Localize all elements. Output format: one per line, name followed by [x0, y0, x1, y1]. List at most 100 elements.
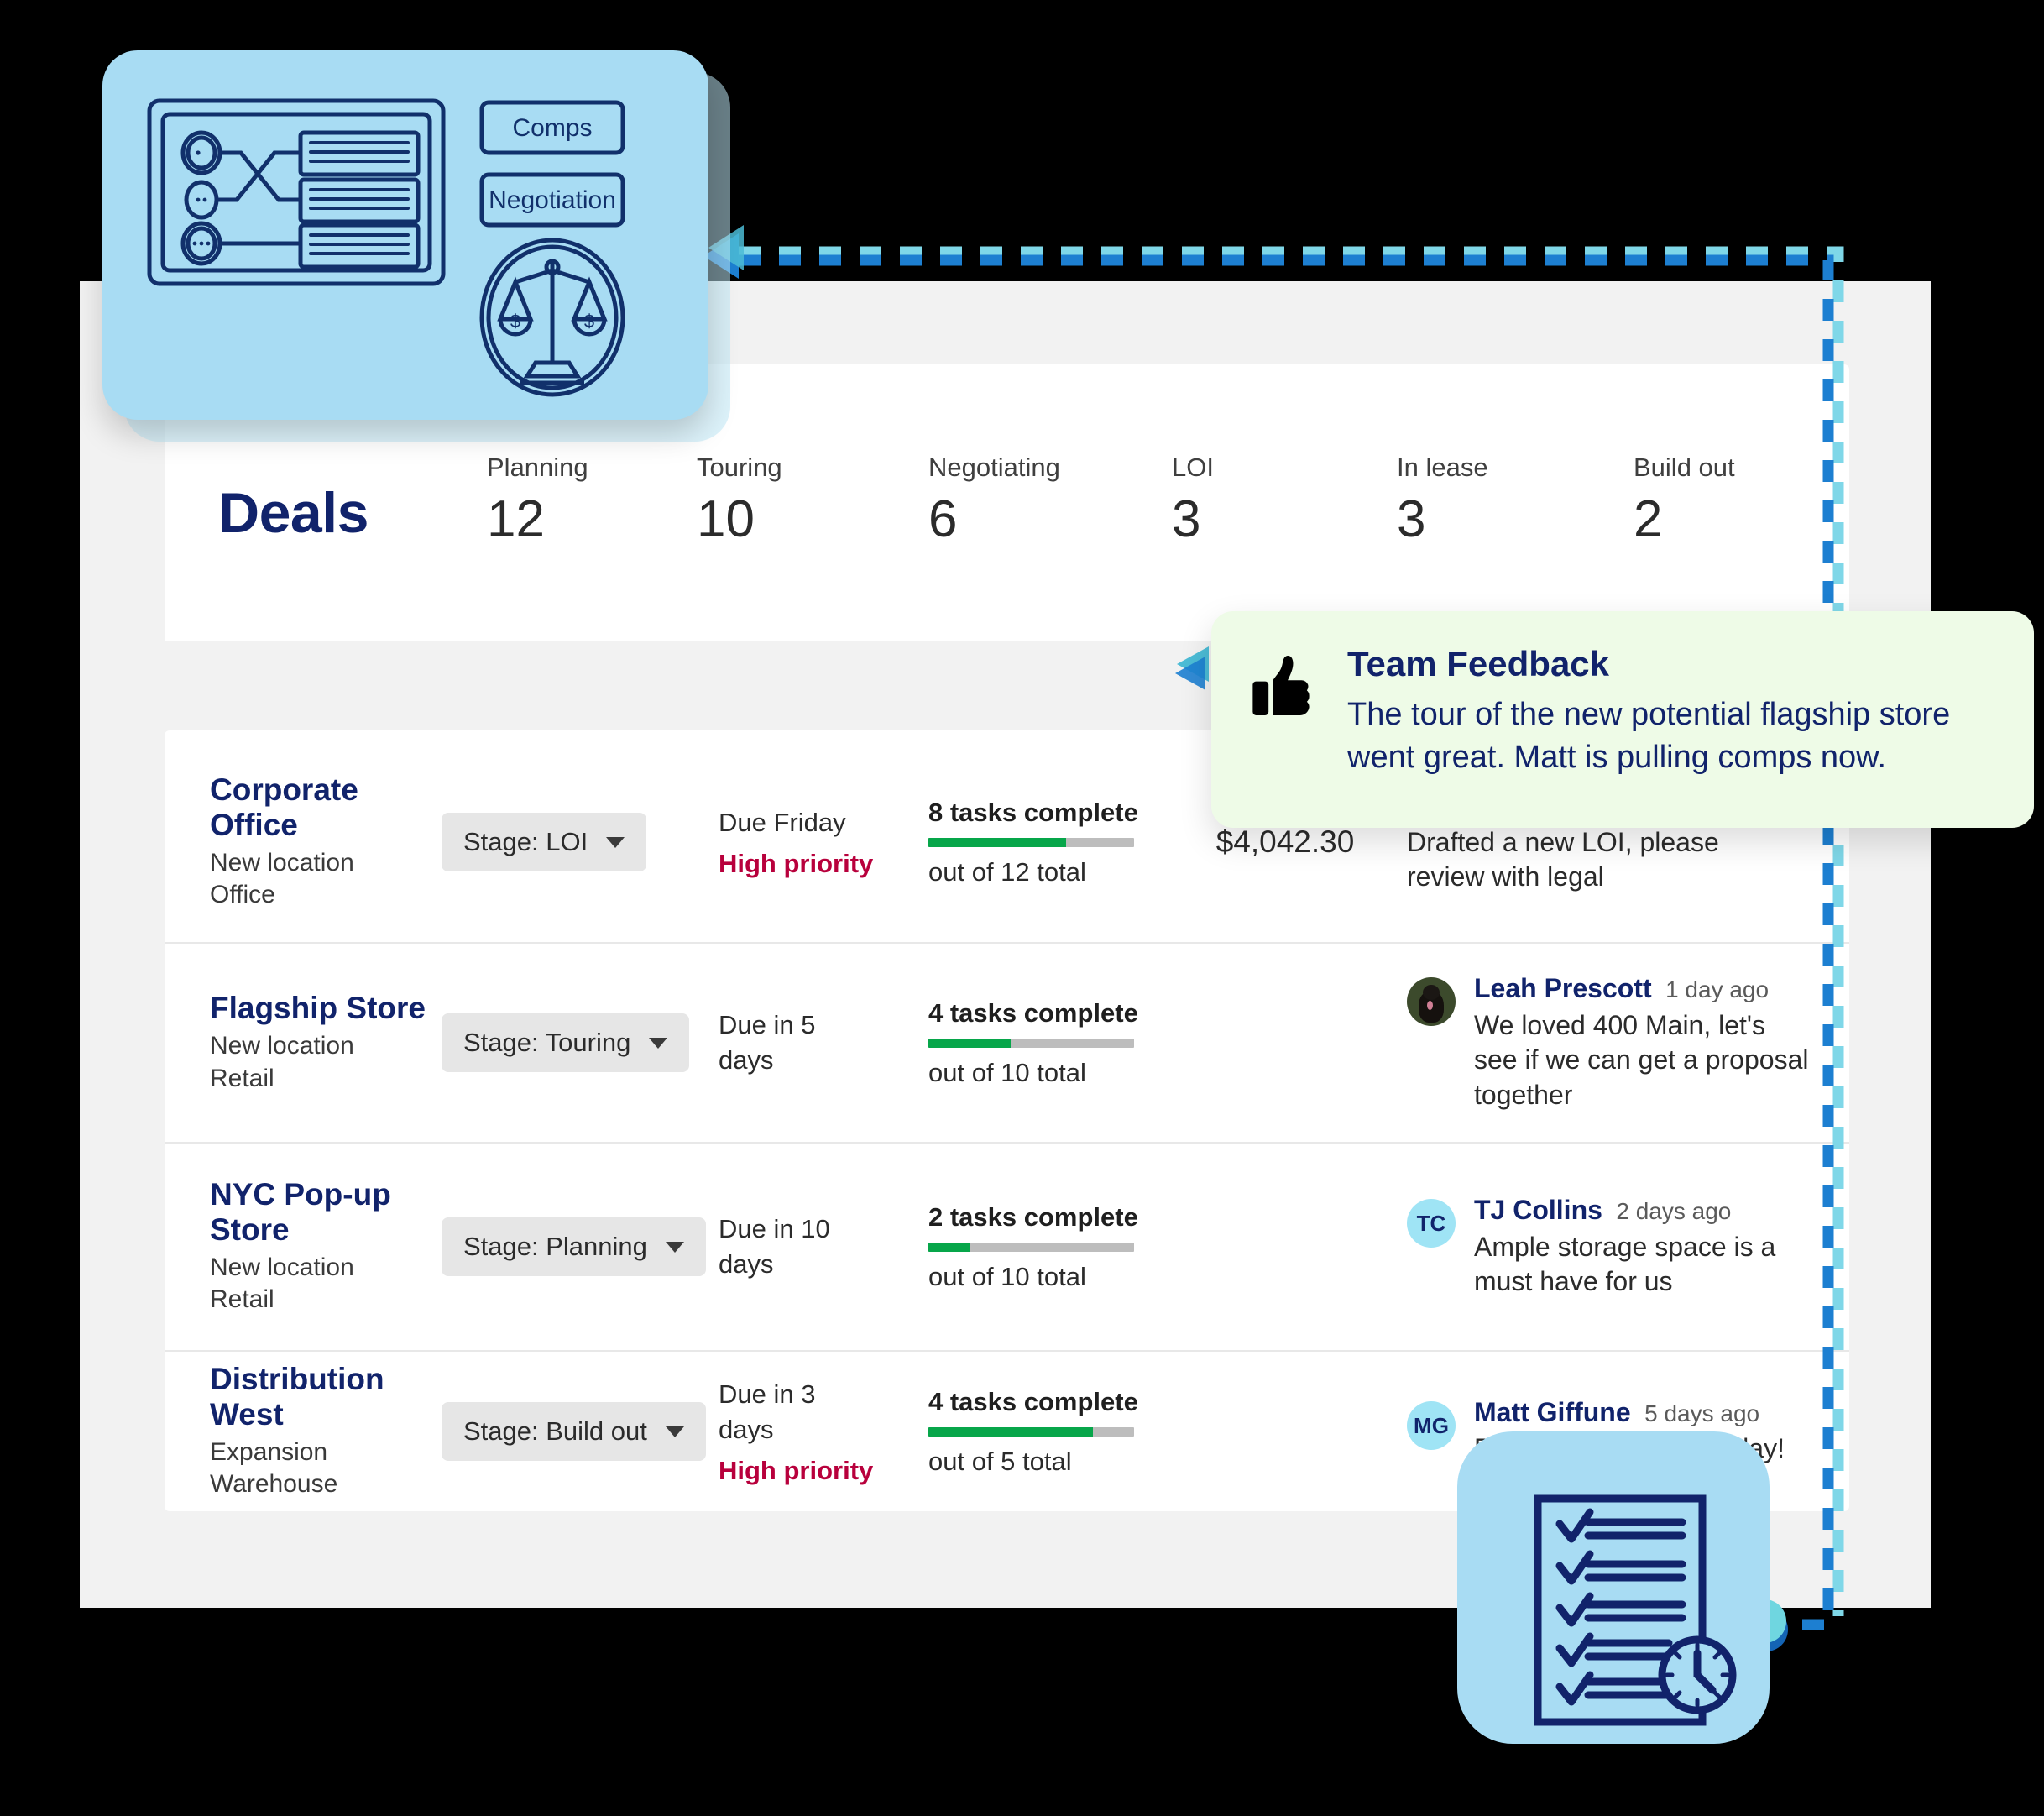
tasks-total-label: out of 12 total	[928, 856, 1086, 887]
tasks-complete-label: 4 tasks complete	[928, 1386, 1138, 1416]
comment-meta: TJ Collins 2 days ago	[1474, 1194, 1816, 1226]
stage-select[interactable]: Stage: Build out	[442, 1402, 706, 1461]
page-title: Deals	[218, 481, 369, 545]
tasks-total-label: out of 10 total	[928, 1261, 1086, 1291]
priority-badge: High priority	[719, 848, 874, 878]
stage-cell: Stage: Planning	[442, 1217, 719, 1276]
deal-title[interactable]: Flagship Store	[210, 991, 442, 1025]
priority-badge: High priority	[719, 1455, 874, 1485]
deal-type: New location	[210, 849, 354, 877]
deal-category: Retail	[210, 1064, 274, 1092]
stat-loi[interactable]: LOI 3	[1172, 453, 1397, 552]
comment-author[interactable]: Matt Giffune	[1474, 1397, 1631, 1427]
progress-bar	[928, 1242, 1134, 1252]
amount-cell: $4,042.30	[1163, 824, 1407, 860]
due-cell: Due in 5 days	[719, 1007, 928, 1078]
stat-planning[interactable]: Planning 12	[487, 453, 697, 552]
deal-type: Expansion	[210, 1438, 328, 1467]
due-date: Due Friday	[719, 808, 846, 838]
stage-label: Stage: LOI	[463, 827, 588, 856]
comment-meta: Leah Prescott 1 day ago	[1474, 972, 1816, 1004]
tasks-cell: 4 tasks complete out of 5 total	[928, 1387, 1163, 1477]
stage-cell: Stage: LOI	[442, 813, 719, 871]
stat-build-out[interactable]: Build out 2	[1634, 453, 1852, 552]
deal-category: Retail	[210, 1285, 274, 1314]
tasks-complete-label: 4 tasks complete	[928, 997, 1138, 1028]
chip-negotiation-label: Negotiation	[489, 186, 616, 214]
stat-label: Build out	[1634, 453, 1735, 482]
stat-touring[interactable]: Touring 10	[697, 453, 928, 552]
comment-author[interactable]: Leah Prescott	[1474, 973, 1652, 1003]
deal-amount: $4,042.30	[1215, 824, 1355, 859]
tasks-cell: 8 tasks complete out of 12 total	[928, 798, 1163, 887]
deal-name-cell: NYC Pop-up Store New location Retail	[165, 1177, 442, 1316]
stat-value: 12	[487, 490, 545, 549]
illustration-card-checklist	[1457, 1431, 1770, 1744]
chevron-down-icon	[649, 1037, 668, 1049]
stage-label: Stage: Planning	[463, 1232, 647, 1261]
table-row[interactable]: Flagship Store New location Retail Stage…	[165, 944, 1849, 1144]
stage-select[interactable]: Stage: LOI	[442, 813, 647, 871]
chevron-down-icon	[606, 836, 625, 848]
deal-type: New location	[210, 1032, 354, 1060]
dollar-sign-icon: $	[510, 311, 520, 332]
dollar-sign-icon: $	[584, 311, 594, 332]
tasks-total-label: out of 10 total	[928, 1057, 1086, 1087]
comment-meta: Matt Giffune 5 days ago	[1474, 1396, 1785, 1428]
stage-cell: Stage: Build out	[442, 1402, 719, 1461]
due-cell: Due in 3 days High priority	[719, 1377, 928, 1486]
table-row[interactable]: NYC Pop-up Store New location Retail Sta…	[165, 1144, 1849, 1352]
due-cell: Due in 10 days	[719, 1212, 928, 1282]
comment-body: Leah Prescott 1 day ago We loved 400 Mai…	[1474, 972, 1816, 1112]
comment-text: Drafted a new LOI, please review with le…	[1407, 826, 1719, 892]
tasks-cell: 4 tasks complete out of 10 total	[928, 998, 1163, 1088]
stage-label: Stage: Build out	[463, 1416, 647, 1446]
stage-select[interactable]: Stage: Touring	[442, 1013, 690, 1072]
stat-value: 6	[928, 490, 958, 549]
avatar[interactable]	[1407, 977, 1456, 1027]
deal-title[interactable]: NYC Pop-up Store	[210, 1177, 403, 1247]
stat-value: 3	[1397, 490, 1426, 549]
deal-category: Office	[210, 881, 275, 909]
stage-select[interactable]: Stage: Planning	[442, 1217, 706, 1276]
thumbs-up-icon	[1248, 650, 1320, 828]
chip-comps-label: Comps	[512, 114, 592, 142]
stat-label: LOI	[1172, 453, 1214, 482]
deal-type: New location	[210, 1253, 354, 1282]
stat-value: 3	[1172, 490, 1201, 549]
tasks-total-label: out of 5 total	[928, 1446, 1072, 1476]
stat-in-lease[interactable]: In lease 3	[1397, 453, 1634, 552]
comment-cell: Leah Prescott 1 day ago We loved 400 Mai…	[1407, 972, 1849, 1112]
tasks-complete-label: 8 tasks complete	[928, 797, 1138, 827]
progress-bar	[928, 837, 1134, 847]
avatar[interactable]: TC	[1407, 1199, 1456, 1248]
checklist-document-icon	[1534, 1494, 1737, 1726]
tasks-complete-label: 2 tasks complete	[928, 1201, 1138, 1232]
stage-label: Stage: Touring	[463, 1028, 631, 1057]
comment-text: We loved 400 Main, let's see if we can g…	[1474, 1009, 1809, 1110]
comment-author[interactable]: TJ Collins	[1474, 1195, 1602, 1225]
progress-bar-fill	[928, 837, 1067, 847]
deal-category: Warehouse	[210, 1470, 338, 1499]
clock-icon	[1658, 1635, 1737, 1714]
comment-text: Ample storage space is a must have for u…	[1474, 1231, 1776, 1297]
stat-negotiating[interactable]: Negotiating 6	[928, 453, 1172, 552]
screenshot-root: Deals Planning 12 Touring 10 Negotiating…	[0, 0, 2044, 1816]
chevron-down-icon	[665, 1426, 684, 1437]
comment-time: 2 days ago	[1616, 1198, 1732, 1225]
comment-body: TJ Collins 2 days ago Ample storage spac…	[1474, 1194, 1816, 1300]
avatar[interactable]: MG	[1407, 1401, 1456, 1450]
flowchart-icon: Comps Negotiation $ $	[147, 98, 625, 397]
illustration-card-comps-negotiation: Comps Negotiation $ $	[102, 50, 708, 420]
deal-name-cell: Flagship Store New location Retail	[165, 991, 442, 1095]
stage-cell: Stage: Touring	[442, 1013, 719, 1072]
progress-bar-fill	[928, 1038, 1011, 1048]
callout-title: Team Feedback	[1347, 644, 1610, 683]
deal-title[interactable]: Corporate Office	[210, 772, 442, 842]
chevron-down-icon	[665, 1241, 684, 1253]
deal-title[interactable]: Distribution West	[210, 1362, 403, 1431]
progress-bar-fill	[928, 1426, 1093, 1437]
due-cell: Due Friday High priority	[719, 805, 928, 879]
deal-name-cell: Corporate Office New location Office	[165, 772, 442, 912]
stat-label: In lease	[1397, 453, 1488, 482]
